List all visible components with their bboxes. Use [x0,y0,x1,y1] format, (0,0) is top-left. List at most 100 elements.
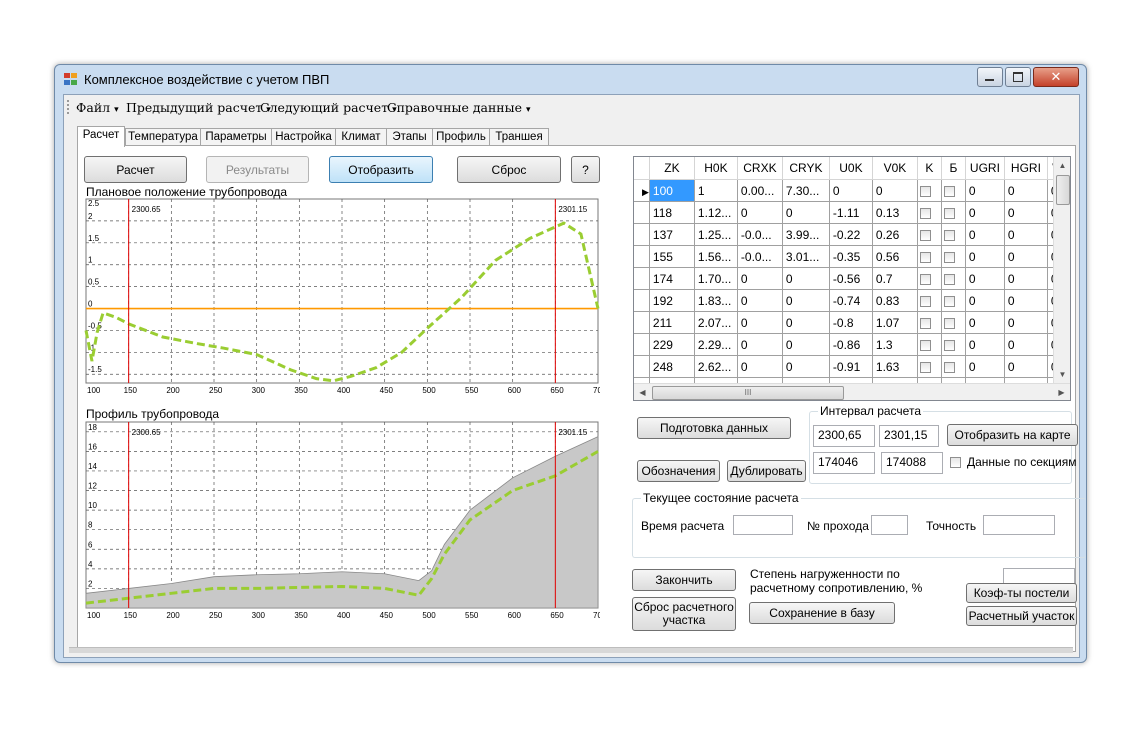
cell-checkbox[interactable] [943,339,955,351]
table-cell[interactable]: 0 [782,355,830,378]
table-cell[interactable] [941,245,966,268]
table-row[interactable]: 2112.07...00-0.81.070001 [634,311,1070,334]
table-cell[interactable]: 1.25... [694,223,738,246]
menu-reference-data[interactable]: Справочные данные ▾ [387,100,531,115]
cell-checkbox[interactable] [919,185,931,197]
scroll-right-arrow-icon[interactable]: ▶ [1053,384,1070,400]
cell-checkbox[interactable] [919,361,931,373]
table-cell[interactable]: 0.13 [872,201,918,224]
table-cell[interactable]: -0.56 [829,267,873,290]
table-cell[interactable]: 0 [1004,289,1048,312]
table-cell[interactable]: 118 [649,201,695,224]
table-cell[interactable] [941,355,966,378]
table-row[interactable]: 1371.25...-0.0...3.99...-0.220.260001 [634,223,1070,246]
table-cell[interactable]: 248 [649,355,695,378]
table-cell[interactable]: 3.99... [782,223,830,246]
designations-button[interactable]: Обозначения [637,460,720,482]
data-grid[interactable]: ZKH0KCRXKCRYKU0KV0KKБUGRIHGRIWGR ▶10010.… [633,156,1071,401]
maximize-button[interactable] [1005,67,1031,87]
cell-checkbox[interactable] [919,229,931,241]
cell-checkbox[interactable] [919,295,931,307]
table-cell[interactable]: 0.26 [872,223,918,246]
row-header[interactable] [634,223,650,246]
duplicate-button[interactable]: Дублировать [727,460,806,482]
table-cell[interactable] [941,289,966,312]
scroll-up-arrow-icon[interactable]: ▲ [1054,157,1070,174]
table-cell[interactable] [917,311,942,334]
cell-checkbox[interactable] [919,339,931,351]
row-header[interactable] [634,289,650,312]
column-header[interactable]: CRYK [782,157,830,180]
table-cell[interactable]: 1.12... [694,201,738,224]
help-button[interactable]: ? [571,156,600,183]
table-cell[interactable]: 0 [965,267,1005,290]
menu-next-calc[interactable]: Следующий расчет ▾ [260,100,397,115]
calc-section-button[interactable]: Расчетный участок [966,606,1077,626]
table-cell[interactable]: 0 [782,311,830,334]
interval-to2-field[interactable]: 174088 [881,452,943,474]
table-row[interactable]: ▶10010.00...7.30...000001 [634,179,1070,202]
accuracy-field[interactable] [983,515,1055,535]
table-cell[interactable]: 1 [694,179,738,202]
table-cell[interactable]: 1.83... [694,289,738,312]
cell-checkbox[interactable] [943,361,955,373]
table-cell[interactable]: 0 [1004,201,1048,224]
table-cell[interactable]: 100 [649,179,695,202]
pass-no-field[interactable] [871,515,908,535]
table-cell[interactable]: 1.56... [694,245,738,268]
table-cell[interactable] [941,333,966,356]
table-cell[interactable]: 192 [649,289,695,312]
table-cell[interactable]: 2.07... [694,311,738,334]
table-cell[interactable]: 1.70... [694,267,738,290]
cell-checkbox[interactable] [919,317,931,329]
table-cell[interactable] [917,201,942,224]
calc-time-field[interactable] [733,515,793,535]
show-button[interactable]: Отобразить [329,156,433,183]
table-cell[interactable]: 0 [1004,355,1048,378]
finish-button[interactable]: Закончить [632,569,736,591]
column-header[interactable]: Б [941,157,966,180]
table-cell[interactable]: -0.35 [829,245,873,268]
column-header[interactable]: V0K [872,157,918,180]
horizontal-scroll-thumb[interactable]: III [652,386,844,400]
table-row[interactable]: 2292.29...00-0.861.30001 [634,333,1070,356]
horizontal-scrollbar[interactable]: ◀ III ▶ [634,383,1070,400]
table-row[interactable]: 1551.56...-0.0...3.01...-0.350.560001 [634,245,1070,268]
table-cell[interactable]: 1.63 [872,355,918,378]
cell-checkbox[interactable] [919,273,931,285]
cell-checkbox[interactable] [919,207,931,219]
table-cell[interactable]: 0 [782,289,830,312]
table-row[interactable]: 2482.62...00-0.911.630001 [634,355,1070,378]
table-cell[interactable]: 0 [829,179,873,202]
table-cell[interactable]: 0 [737,333,783,356]
table-cell[interactable]: 0 [1004,223,1048,246]
table-cell[interactable]: 174 [649,267,695,290]
cell-checkbox[interactable] [943,251,955,263]
table-cell[interactable]: 155 [649,245,695,268]
table-cell[interactable] [941,179,966,202]
table-cell[interactable]: 0 [782,333,830,356]
row-header[interactable] [634,355,650,378]
table-cell[interactable]: 7.30... [782,179,830,202]
menu-file[interactable]: Файл ▾ [76,100,119,115]
table-cell[interactable]: 0 [1004,267,1048,290]
cell-checkbox[interactable] [919,251,931,263]
table-cell[interactable]: 0 [965,245,1005,268]
table-cell[interactable]: -1.11 [829,201,873,224]
table-cell[interactable]: 0 [965,311,1005,334]
interval-to-field[interactable]: 2301,15 [879,425,939,447]
minimize-button[interactable] [977,67,1003,87]
table-cell[interactable]: 0 [965,201,1005,224]
table-cell[interactable]: 0.56 [872,245,918,268]
table-cell[interactable]: 0 [737,355,783,378]
interval-from2-field[interactable]: 174046 [813,452,875,474]
table-cell[interactable]: 0 [1004,311,1048,334]
table-cell[interactable]: 0 [1004,179,1048,202]
table-cell[interactable]: -0.0... [737,223,783,246]
table-row[interactable]: 1181.12...00-1.110.130001 [634,201,1070,224]
table-cell[interactable]: -0.8 [829,311,873,334]
table-row[interactable]: 1741.70...00-0.560.70001 [634,267,1070,290]
table-cell[interactable]: 0 [737,311,783,334]
table-cell[interactable] [917,355,942,378]
calc-button[interactable]: Расчет [84,156,187,183]
